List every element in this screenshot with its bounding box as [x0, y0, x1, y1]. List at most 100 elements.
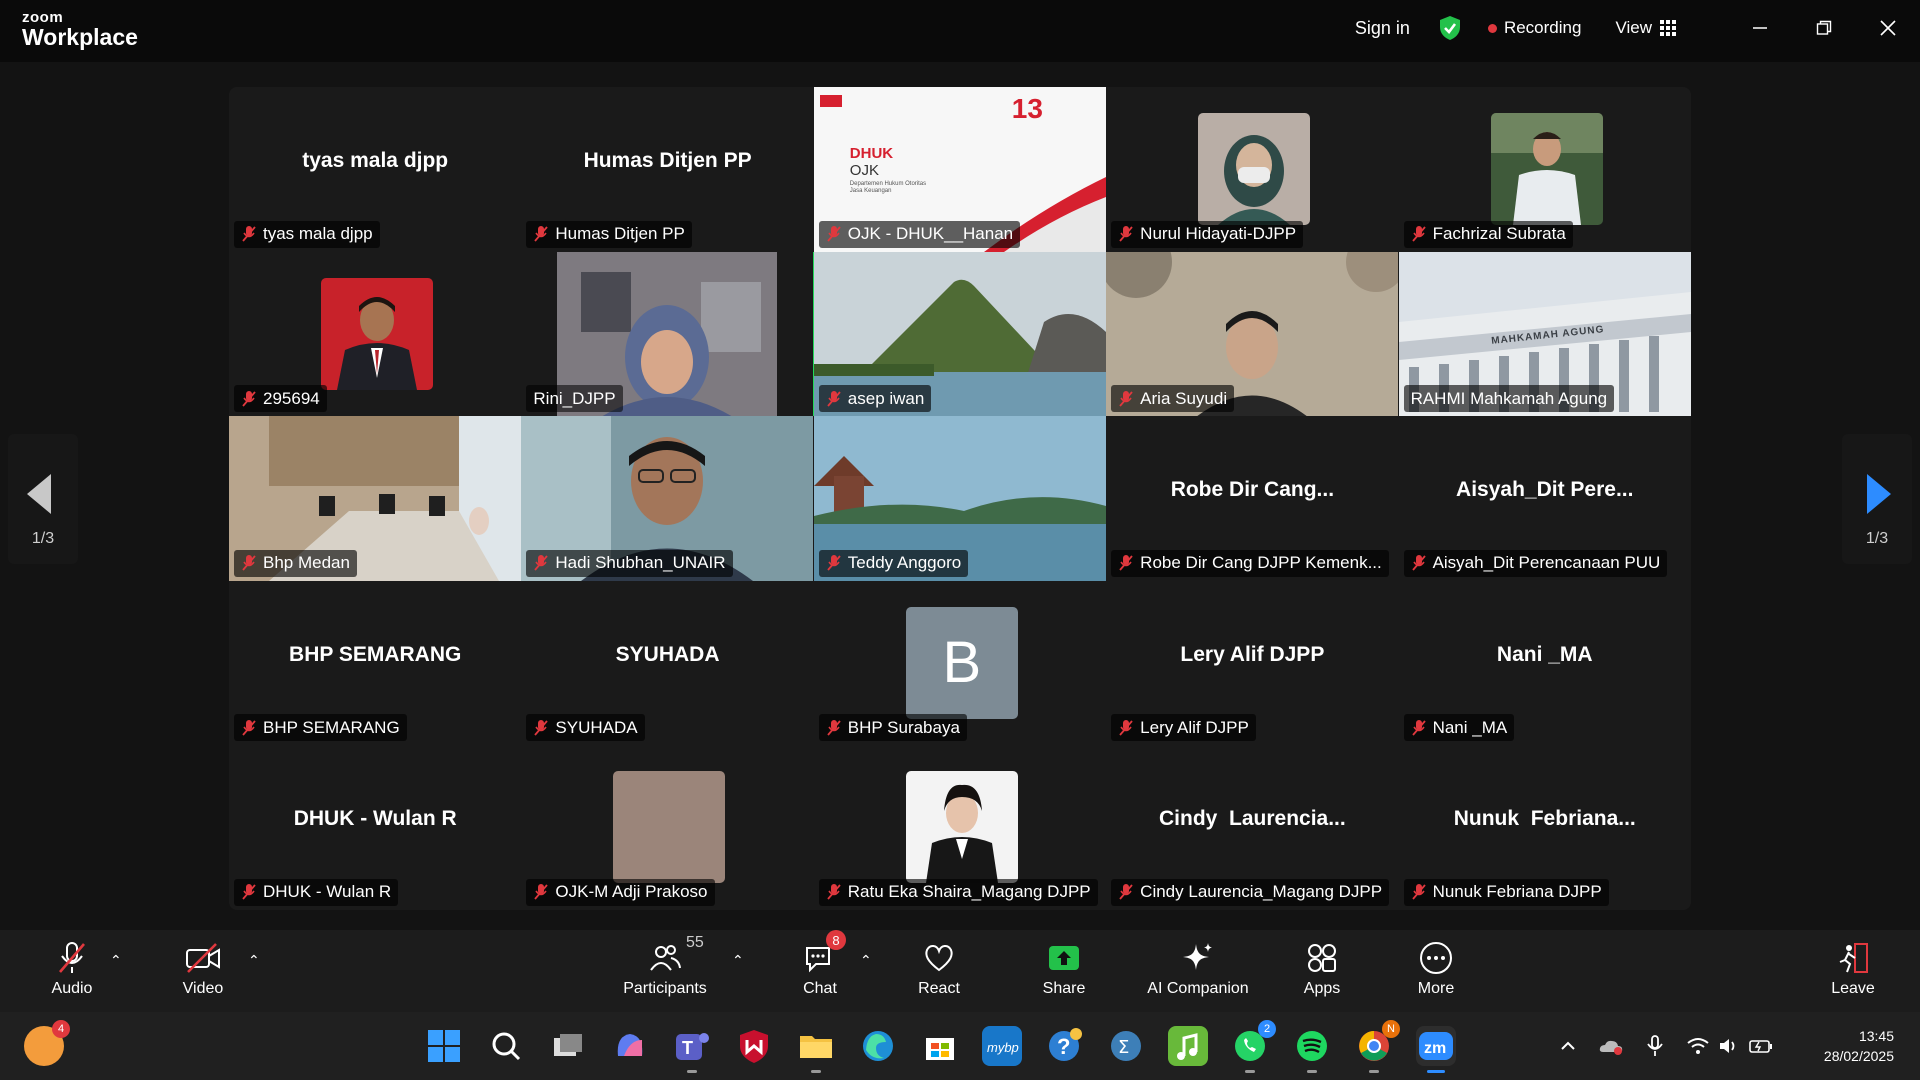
participant-name-display: Aisyah_Dit Pere...	[1456, 478, 1634, 502]
ai-companion-button[interactable]: AI Companion	[1144, 940, 1252, 1008]
participant-label-text: BHP SEMARANG	[263, 717, 400, 737]
participant-tile[interactable]: OJK-M Adji Prakoso	[521, 745, 814, 910]
volume-icon[interactable]	[1718, 1036, 1740, 1056]
copilot-icon	[617, 1034, 643, 1056]
restore-button[interactable]	[1792, 0, 1856, 56]
spotify-app[interactable]	[1292, 1026, 1332, 1073]
participant-tile[interactable]: MAHKAMAH AGUNG RAHMI Mahkamah Agung	[1398, 251, 1691, 417]
participant-tile[interactable]: asep iwan	[813, 251, 1107, 417]
view-button[interactable]: View	[1615, 18, 1676, 38]
participant-tile[interactable]: DHUK - Wulan R DHUK - Wulan R	[229, 745, 522, 910]
whatsapp-app[interactable]: 2	[1230, 1020, 1276, 1073]
view-label: View	[1615, 18, 1652, 37]
previous-page-button[interactable]: 1/3	[8, 434, 78, 564]
more-button[interactable]: More	[1414, 940, 1458, 1008]
participant-tile[interactable]: Hadi Shubhan_UNAIR	[521, 416, 814, 581]
video-options-caret[interactable]: ⌃	[248, 952, 260, 969]
participant-tile[interactable]: Aria Suyudi	[1106, 251, 1399, 417]
minimize-icon	[1753, 27, 1767, 29]
microphone-icon[interactable]	[1646, 1035, 1664, 1057]
participant-tile[interactable]: tyas mala djpp tyas mala djpp	[229, 87, 522, 252]
participant-tile[interactable]: Bhp Medan	[229, 416, 522, 581]
participant-tile[interactable]: Humas Ditjen PP Humas Ditjen PP	[521, 87, 814, 252]
edge-app[interactable]	[858, 1026, 898, 1066]
participant-tile[interactable]: Robe Dir Cang... Robe Dir Cang DJPP Keme…	[1106, 416, 1399, 581]
task-view-button[interactable]	[548, 1026, 588, 1066]
chrome-app[interactable]: N	[1354, 1020, 1400, 1073]
copilot-app[interactable]	[610, 1026, 650, 1066]
participant-label: Aria Suyudi	[1111, 385, 1235, 413]
participant-label-text: Robe Dir Cang DJPP Kemenk...	[1140, 553, 1382, 573]
participant-label: Lery Alif DJPP	[1111, 714, 1256, 742]
chevron-up-icon[interactable]	[1558, 1036, 1578, 1056]
mic-muted-icon	[1411, 226, 1426, 242]
participant-tile[interactable]: Nurul Hidayati-DJPP	[1106, 87, 1399, 252]
participant-avatar	[905, 771, 1018, 884]
participant-label-text: RAHMI Mahkamah Agung	[1410, 388, 1608, 408]
video-button[interactable]: Video	[178, 940, 228, 1008]
participant-tile-active-speaker[interactable]: Rini_DJPP	[521, 251, 814, 417]
shield-check-icon[interactable]	[1438, 15, 1462, 41]
participant-tile[interactable]: Ratu Eka Shaira_Magang DJPP	[813, 745, 1107, 910]
security-app[interactable]	[734, 1026, 774, 1066]
store-app[interactable]	[920, 1026, 960, 1066]
participant-tile[interactable]: Nani _MA Nani _MA	[1398, 580, 1691, 746]
search-button[interactable]	[486, 1026, 526, 1066]
audio-button[interactable]: Audio	[48, 940, 96, 1008]
meeting-toolbar: Audio ⌃ Video ⌃ Participants 55 ⌃ Chat 8…	[0, 930, 1920, 1012]
participant-tile[interactable]: Nunuk Febriana... Nunuk Febriana DJPP	[1398, 745, 1691, 910]
chrome-badge: N	[1382, 1020, 1400, 1038]
participant-name-display: BHP SEMARANG	[289, 642, 462, 666]
close-button[interactable]	[1856, 0, 1920, 56]
participant-tile[interactable]: Cindy Laurencia... Cindy Laurencia_Magan…	[1106, 745, 1399, 910]
mic-muted-icon	[534, 226, 549, 242]
leave-button[interactable]: Leave	[1830, 940, 1876, 1008]
wifi-icon[interactable]	[1686, 1036, 1710, 1056]
participant-tile[interactable]: SYUHADA SYUHADA	[521, 580, 814, 746]
music-app[interactable]	[1168, 1026, 1208, 1066]
teams-app[interactable]: T	[672, 1026, 712, 1073]
participant-tile[interactable]: BHP SEMARANG BHP SEMARANG	[229, 580, 522, 746]
calculator-app[interactable]: Σ	[1106, 1026, 1146, 1066]
react-button[interactable]: React	[916, 940, 962, 1008]
recording-indicator[interactable]: Recording	[1487, 18, 1581, 38]
mic-muted-icon	[534, 884, 549, 901]
zoom-app[interactable]: zm	[1416, 1026, 1456, 1073]
participant-label-text: Bhp Medan	[263, 553, 350, 573]
onedrive-icon[interactable]	[1598, 1036, 1624, 1056]
search-icon	[492, 1032, 521, 1061]
mic-muted-icon	[1119, 719, 1133, 736]
participants-options-caret[interactable]: ⌃	[732, 952, 744, 969]
audio-options-caret[interactable]: ⌃	[110, 952, 122, 969]
arrow-left-icon	[27, 474, 51, 514]
mic-muted-icon	[59, 942, 85, 973]
file-explorer-app[interactable]	[796, 1026, 836, 1073]
start-button[interactable]	[424, 1026, 464, 1066]
chat-button[interactable]: Chat	[798, 940, 842, 1008]
battery-icon[interactable]	[1748, 1036, 1774, 1056]
participant-tile[interactable]: 13 DHUK OJK Departemen Hukum Otoritas Ja…	[813, 87, 1107, 252]
minimize-button[interactable]	[1728, 0, 1792, 56]
participant-avatar	[613, 771, 726, 884]
participant-tile[interactable]: 295694	[229, 251, 522, 417]
participant-tile[interactable]: B BHP Surabaya	[813, 580, 1107, 746]
weather-widget-icon[interactable]: 4	[24, 1020, 70, 1066]
video-off-icon	[186, 943, 220, 973]
react-label: React	[918, 980, 960, 997]
participant-label-text: Cindy Laurencia_Magang DJPP	[1140, 882, 1383, 902]
participant-name-display: Cindy Laurencia...	[1159, 807, 1346, 831]
next-page-button[interactable]: 1/3	[1842, 434, 1912, 564]
sign-in-button[interactable]: Sign in	[1355, 18, 1410, 39]
participant-tile[interactable]: Lery Alif DJPP Lery Alif DJPP	[1106, 580, 1399, 746]
participant-tile[interactable]: Fachrizal Subrata	[1398, 87, 1691, 252]
clock[interactable]: 13:45 28/02/2025	[1824, 1026, 1894, 1066]
participant-tile[interactable]: Teddy Anggoro	[813, 416, 1107, 581]
participant-label-text: Humas Ditjen PP	[555, 224, 685, 244]
share-button[interactable]: Share	[1040, 940, 1088, 1008]
help-app[interactable]: ?	[1044, 1026, 1084, 1066]
participant-tile[interactable]: Aisyah_Dit Pere... Aisyah_Dit Perencanaa…	[1398, 416, 1691, 581]
edge-icon	[863, 1031, 893, 1061]
apps-button[interactable]: Apps	[1300, 940, 1344, 1008]
chat-options-caret[interactable]: ⌃	[860, 952, 872, 969]
mybp-app[interactable]: mybp	[982, 1026, 1022, 1066]
